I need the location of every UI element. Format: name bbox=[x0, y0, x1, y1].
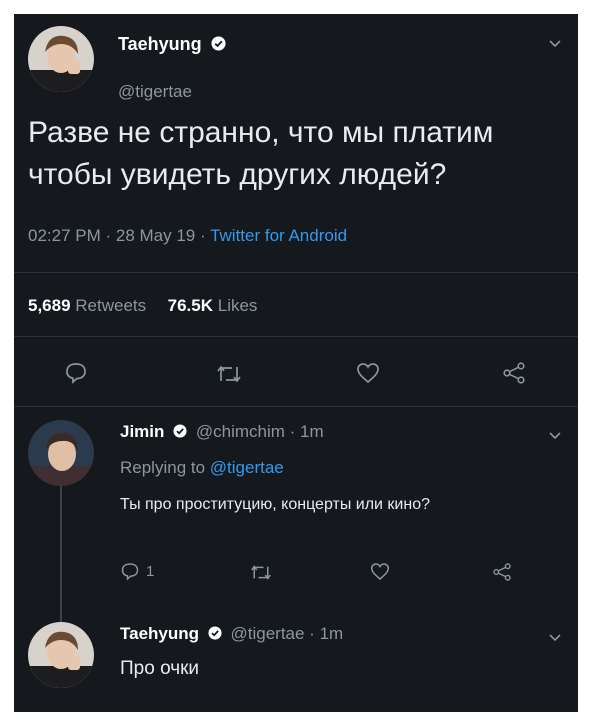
likes-label[interactable]: Likes bbox=[218, 296, 258, 315]
chevron-down-icon[interactable] bbox=[548, 428, 562, 446]
reply-icon[interactable] bbox=[64, 362, 88, 389]
likes-count[interactable]: 76.5K bbox=[168, 296, 213, 315]
reply2-handle-time[interactable]: @tigertae · 1m bbox=[231, 624, 344, 643]
reply1-text: Ты про проституцию, концерты или кино? bbox=[120, 496, 430, 513]
heart-icon[interactable] bbox=[370, 562, 390, 586]
verified-badge-icon bbox=[211, 35, 226, 56]
retweets-count[interactable]: 5,689 bbox=[28, 296, 71, 315]
reply1-reply-count[interactable]: 1 bbox=[146, 563, 154, 580]
tweet-text-line-2: чтобы увидеть других людей? bbox=[28, 158, 447, 191]
avatar-taehyung[interactable] bbox=[28, 26, 94, 92]
tweet-thread: Taehyung @tigertae Разве не странно, что… bbox=[14, 14, 578, 712]
tweet-timestamp[interactable]: 02:27 PM · 28 May 19 · bbox=[28, 226, 210, 245]
verified-badge-icon bbox=[208, 625, 222, 645]
retweet-icon[interactable] bbox=[250, 564, 272, 586]
reply1-handle-time[interactable]: @chimchim · 1m bbox=[196, 422, 324, 441]
reply2-text: Про очки bbox=[120, 658, 200, 679]
share-icon[interactable] bbox=[502, 362, 526, 389]
divider bbox=[14, 272, 578, 273]
tweet-handle[interactable]: @tigertae bbox=[118, 82, 192, 102]
share-icon[interactable] bbox=[492, 563, 512, 586]
avatar-taehyung-reply[interactable] bbox=[28, 622, 94, 688]
reply2-display-name[interactable]: Taehyung bbox=[120, 624, 199, 643]
replying-to-handle[interactable]: @tigertae bbox=[210, 458, 284, 477]
divider bbox=[14, 336, 578, 337]
chevron-down-icon[interactable] bbox=[548, 630, 562, 648]
tweet-stats: 5,689 Retweets 76.5K Likes bbox=[28, 296, 257, 316]
reply-icon[interactable] bbox=[120, 562, 140, 586]
tweet-display-name[interactable]: Taehyung bbox=[118, 34, 202, 54]
chevron-down-icon[interactable] bbox=[548, 36, 562, 54]
tweet-source-link[interactable]: Twitter for Android bbox=[210, 226, 347, 245]
thread-line bbox=[60, 486, 62, 626]
verified-badge-icon bbox=[173, 423, 187, 443]
retweet-icon[interactable] bbox=[216, 364, 242, 389]
replying-to-label: Replying to bbox=[120, 458, 210, 477]
avatar-jimin[interactable] bbox=[28, 420, 94, 486]
retweets-label[interactable]: Retweets bbox=[75, 296, 146, 315]
tweet-text-line-1: Разве не странно, что мы платим bbox=[28, 116, 494, 149]
heart-icon[interactable] bbox=[356, 362, 380, 389]
reply1-display-name[interactable]: Jimin bbox=[120, 422, 164, 441]
divider bbox=[14, 406, 578, 407]
